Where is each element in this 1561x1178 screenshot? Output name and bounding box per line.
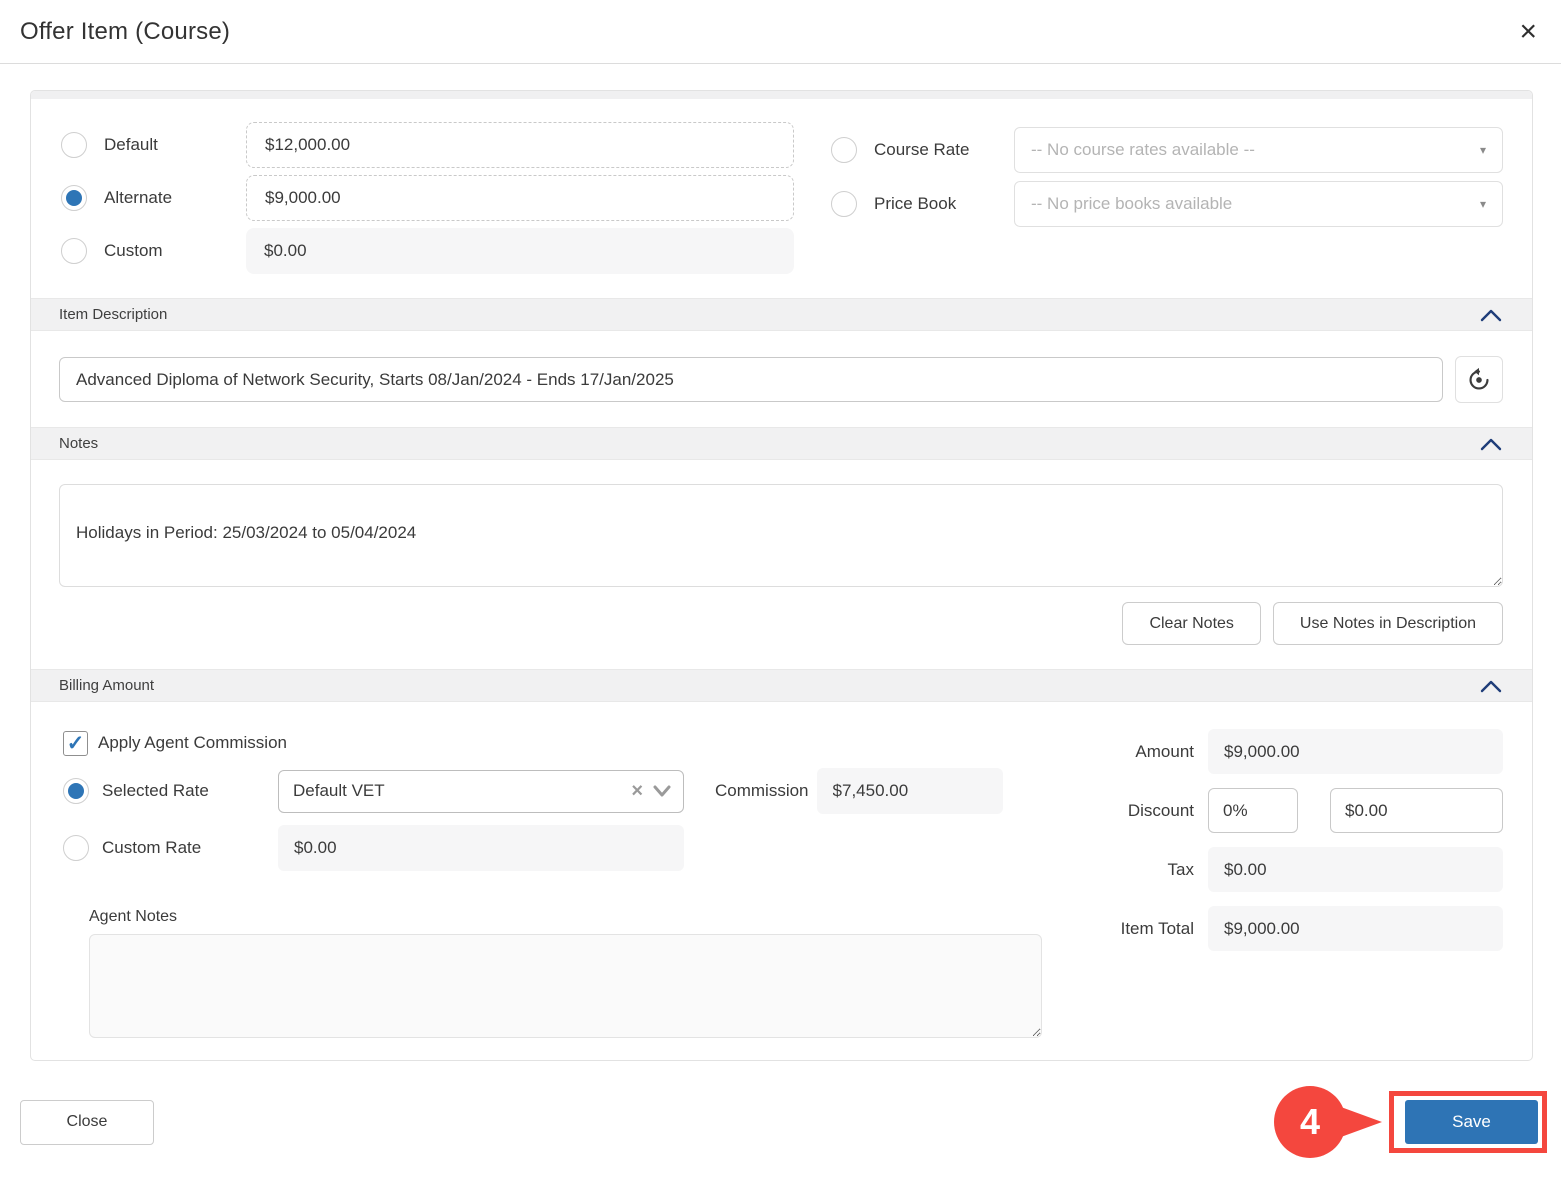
step-annotation: 4 [1274,1086,1382,1158]
item-total-row: Item Total [1098,906,1503,951]
chevron-down-icon: ▾ [1479,197,1486,211]
tax-label: Tax [1167,859,1194,879]
price-book-radio[interactable] [831,191,857,217]
clear-selection-icon[interactable]: × [631,780,643,803]
amount-label: Amount [1135,741,1194,761]
course-rate-select[interactable]: -- No course rates available -- ▾ [1014,127,1503,173]
tax-row: Tax [1098,847,1503,892]
custom-rate-option-radio[interactable] [61,238,87,264]
history-icon [1469,367,1489,389]
check-icon: ✓ [66,731,85,755]
save-group: 4 Save [1274,1086,1547,1158]
agent-notes-textarea[interactable] [89,934,1042,1038]
course-rate-row: Course Rate -- No course rates available… [831,127,1503,173]
amount-input[interactable] [1208,729,1503,774]
item-total-label: Item Total [1120,918,1194,938]
rate-option-custom: Custom [61,228,794,274]
chevron-down-icon: ▾ [1479,143,1486,157]
notes-textarea[interactable]: Holidays in Period: 25/03/2024 to 05/04/… [59,484,1503,587]
offer-item-panel: Default Alternate Custom Course Rate -- … [30,90,1533,1061]
price-book-label: Price Book [874,194,957,213]
custom-rate-input[interactable] [278,825,684,871]
notes-body: Holidays in Period: 25/03/2024 to 05/04/… [31,460,1532,669]
discount-label: Discount [1127,800,1194,820]
amount-row: Amount [1098,729,1503,774]
course-rate-radio[interactable] [831,137,857,163]
notes-header: Notes [59,435,99,452]
price-book-placeholder: -- No price books available [1031,194,1233,213]
discount-amount-input[interactable] [1330,788,1503,833]
default-rate-input[interactable] [246,122,794,168]
commission-rate-combobox[interactable]: Default VET × [278,769,684,813]
modal-footer: Close 4 Save [0,1076,1561,1168]
price-book-row: Price Book -- No price books available ▾ [831,181,1503,227]
use-notes-in-description-button[interactable]: Use Notes in Description [1272,602,1503,645]
selected-rate-label: Selected Rate [102,781,209,800]
price-book-select[interactable]: -- No price books available ▾ [1014,181,1503,227]
close-button[interactable]: Close [20,1099,154,1145]
clear-notes-button[interactable]: Clear Notes [1122,602,1261,645]
discount-percent-input[interactable] [1208,788,1298,833]
apply-agent-commission-label: Apply Agent Commission [98,733,287,752]
default-rate-label: Default [104,135,158,154]
item-description-header: Item Description [59,306,168,323]
notes-buttons: Clear Notes Use Notes in Description [59,602,1503,645]
modal-title: Offer Item (Course) [20,17,231,45]
tax-input[interactable] [1208,847,1503,892]
chevron-up-icon[interactable] [1480,679,1502,693]
alternate-rate-input[interactable] [246,175,794,221]
apply-agent-commission-checkbox[interactable]: ✓ [63,730,88,756]
billing-body: ✓ Apply Agent Commission Selected Rate D… [31,702,1532,1060]
alternate-rate-label: Alternate [104,188,173,207]
custom-rate-option-input[interactable] [246,228,794,274]
alternate-rate-radio[interactable] [61,185,87,211]
course-rate-placeholder: -- No course rates available -- [1031,140,1255,159]
close-icon[interactable]: × [1519,16,1537,47]
reset-description-button[interactable] [1455,356,1503,403]
course-rate-label: Course Rate [874,140,970,159]
chevron-up-icon[interactable] [1480,437,1502,451]
billing-totals: Amount Discount Tax Item Total [1098,729,1503,951]
discount-row: Discount [1098,788,1503,833]
commission-input[interactable] [816,768,1003,814]
item-description-input[interactable] [59,357,1443,402]
notes-bar: Notes [31,427,1532,460]
rates-section: Default Alternate Custom Course Rate -- … [31,99,1532,298]
rate-option-default: Default [61,122,794,168]
save-button[interactable]: Save [1405,1100,1538,1144]
chevron-up-icon[interactable] [1480,308,1502,322]
item-total-input[interactable] [1208,906,1503,951]
selected-rate-radio[interactable] [63,778,89,804]
commission-label: Commission [715,781,809,800]
default-rate-radio[interactable] [61,132,87,158]
item-description-bar: Item Description [31,298,1532,331]
billing-amount-bar: Billing Amount [31,669,1532,702]
save-highlight-box: Save [1389,1091,1547,1153]
item-description-body [31,331,1532,427]
chevron-down-icon[interactable] [653,785,671,797]
rate-sources: Course Rate -- No course rates available… [831,122,1503,274]
billing-amount-header: Billing Amount [59,677,155,694]
custom-rate-option-label: Custom [104,241,163,260]
rate-option-alternate: Alternate [61,175,794,221]
rate-options: Default Alternate Custom [61,122,794,274]
custom-rate-radio[interactable] [63,835,89,861]
collapsed-section-strip [31,91,1532,99]
commission-rate-value: Default VET [293,781,385,800]
custom-rate-label: Custom Rate [102,838,202,857]
modal-header: Offer Item (Course) × [0,0,1561,64]
step-number-badge: 4 [1274,1086,1346,1158]
